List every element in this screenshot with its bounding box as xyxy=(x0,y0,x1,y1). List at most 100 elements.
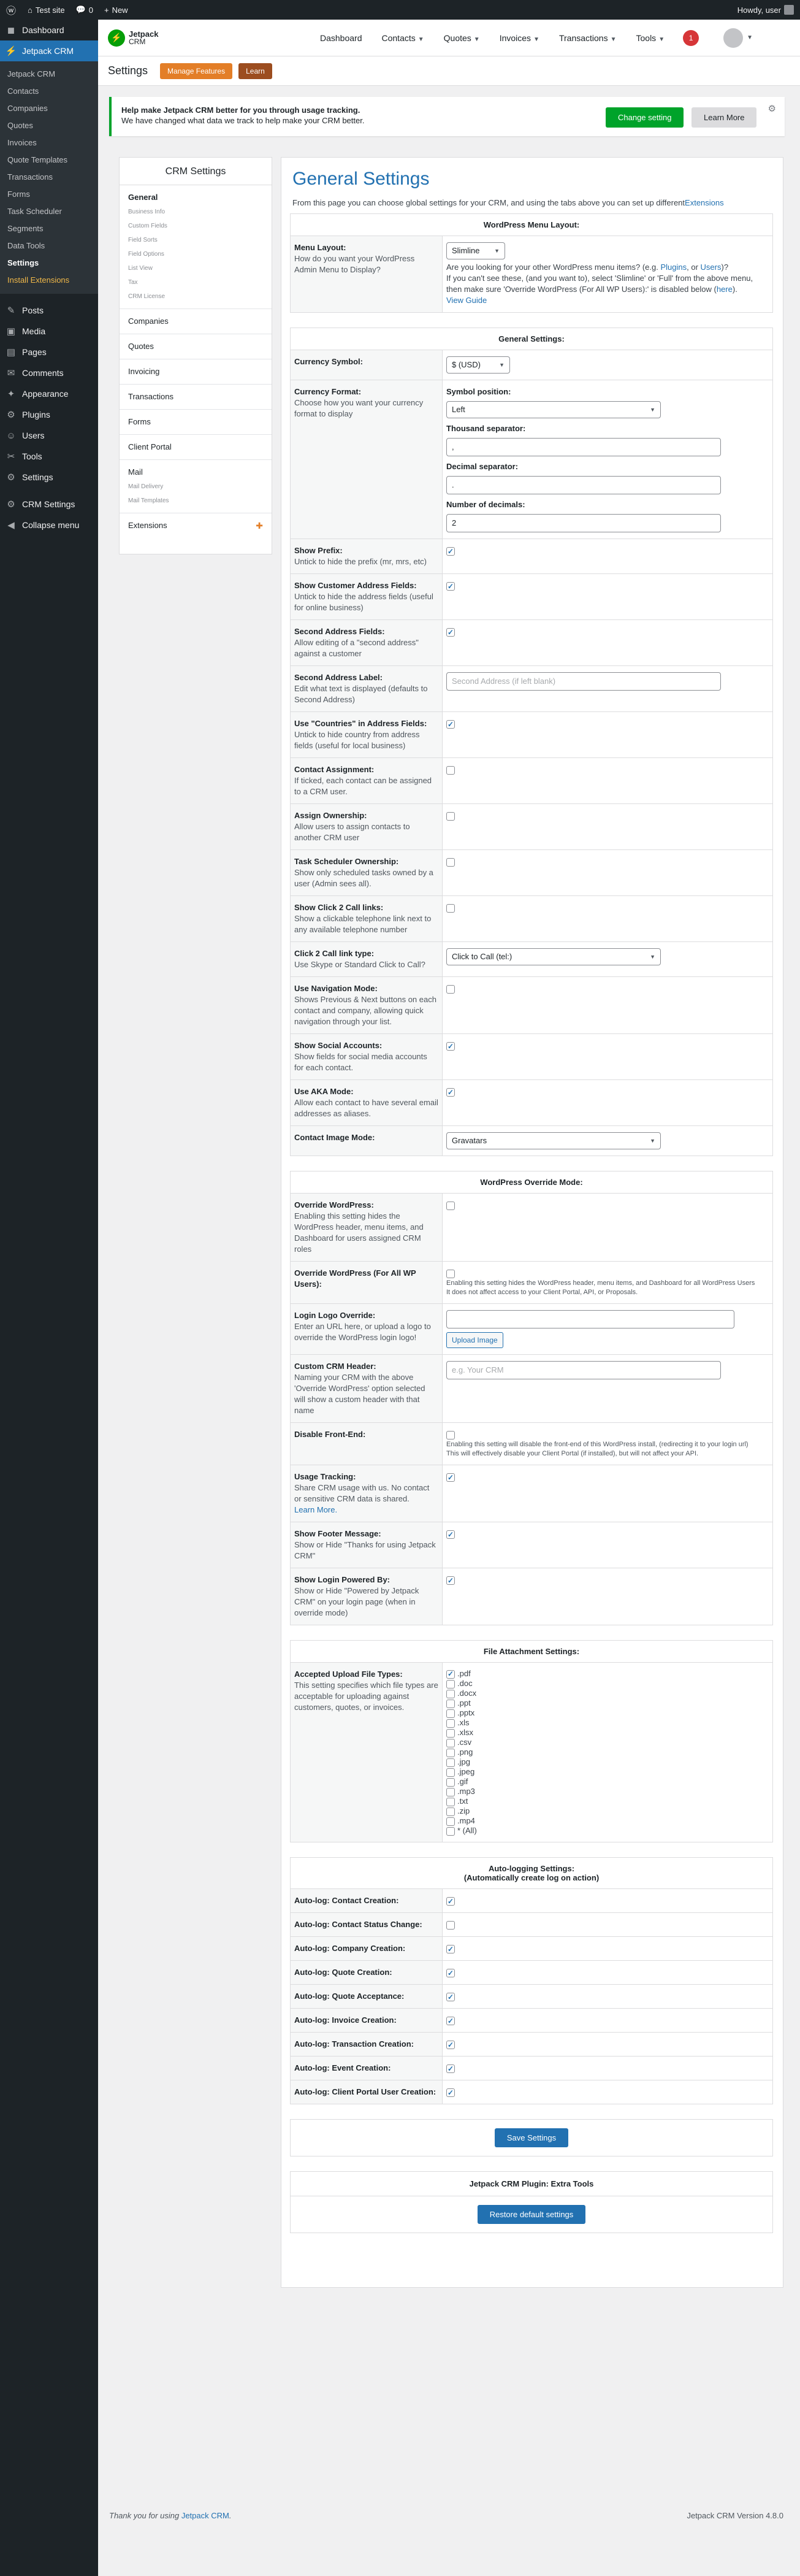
sidebar-item-pages[interactable]: ▤ Pages xyxy=(0,342,98,362)
change-setting-button[interactable]: Change setting xyxy=(606,107,684,128)
sidebar-item-tools[interactable]: ✂ Tools xyxy=(0,446,98,467)
sidebar-item-posts[interactable]: ✎ Posts xyxy=(0,300,98,321)
setting-checkbox[interactable] xyxy=(446,1944,455,1955)
here-link[interactable]: here xyxy=(717,285,733,294)
settings-nav-sublink[interactable]: Custom Fields xyxy=(128,219,263,233)
filetype-option[interactable]: .mp4 xyxy=(446,1816,769,1826)
settings-nav-sublink[interactable]: Mail Templates xyxy=(128,494,263,508)
save-settings-button[interactable]: Save Settings xyxy=(494,2128,569,2147)
setting-checkbox[interactable] xyxy=(446,1920,455,1930)
setting-checkbox[interactable] xyxy=(446,1269,455,1278)
settings-nav-link[interactable]: Quotes xyxy=(128,339,263,354)
submenu-item-install-extensions[interactable]: Install Extensions xyxy=(0,272,98,289)
settings-nav-link[interactable]: Companies xyxy=(128,314,263,329)
settings-nav-sublink[interactable]: List View xyxy=(128,261,263,275)
sidebar-item-plugins[interactable]: ⚙ Plugins xyxy=(0,404,98,425)
submenu-item-settings[interactable]: Settings xyxy=(0,255,98,272)
filetype-checkbox[interactable] xyxy=(446,1748,455,1757)
filetype-option[interactable]: .doc xyxy=(446,1679,769,1689)
filetype-option[interactable]: .mp3 xyxy=(446,1787,769,1796)
filetype-checkbox[interactable] xyxy=(446,1669,455,1679)
setting-checkbox[interactable] xyxy=(446,581,455,592)
setting-checkbox[interactable] xyxy=(446,546,455,557)
sidebar-item-comments[interactable]: ✉ Comments xyxy=(0,362,98,383)
restore-defaults-button[interactable]: Restore default settings xyxy=(477,2205,586,2224)
setting-checkbox[interactable] xyxy=(446,719,455,730)
setting-checkbox[interactable] xyxy=(446,1430,455,1439)
submenu-item-companies[interactable]: Companies xyxy=(0,100,98,117)
learn-more-link[interactable]: Learn More. xyxy=(294,1505,337,1514)
extensions-link[interactable]: Extensions xyxy=(685,198,724,207)
filetype-checkbox[interactable] xyxy=(446,1738,455,1747)
setting-checkbox[interactable] xyxy=(446,1201,455,1210)
setting-checkbox[interactable] xyxy=(446,2015,455,2026)
setting-checkbox[interactable] xyxy=(446,1529,455,1540)
upload-image-button[interactable]: Upload Image xyxy=(446,1332,503,1348)
setting-input[interactable]: e.g. Your CRM xyxy=(446,1361,721,1379)
filetype-checkbox[interactable] xyxy=(446,1807,455,1816)
filetype-checkbox[interactable] xyxy=(446,1699,455,1708)
settings-nav-sublink[interactable]: CRM License xyxy=(128,289,263,304)
sidebar-item-jetpack-crm[interactable]: ⚡ Jetpack CRM xyxy=(0,40,98,61)
nav-dashboard[interactable]: Dashboard xyxy=(310,33,372,43)
nav-transactions[interactable]: Transactions ▼ xyxy=(549,33,627,43)
filetype-checkbox[interactable] xyxy=(446,1777,455,1787)
setting-checkbox[interactable] xyxy=(446,765,455,775)
learn-more-button[interactable]: Learn More xyxy=(691,107,757,128)
jetpack-crm-link[interactable]: Jetpack CRM xyxy=(181,2511,229,2520)
filetype-option[interactable]: .docx xyxy=(446,1689,769,1698)
nav-quotes[interactable]: Quotes ▼ xyxy=(434,33,490,43)
filetype-option[interactable]: .ppt xyxy=(446,1698,769,1708)
settings-nav-link[interactable]: Invoicing xyxy=(128,364,263,379)
decimal-separator-input[interactable]: . xyxy=(446,476,721,494)
setting-checkbox[interactable] xyxy=(446,2039,455,2050)
filetype-checkbox[interactable] xyxy=(446,1787,455,1796)
site-name-link[interactable]: ⌂ Test site xyxy=(22,0,70,20)
nav-tools[interactable]: Tools ▼ xyxy=(627,33,675,43)
submenu-item-data-tools[interactable]: Data Tools xyxy=(0,237,98,255)
filetype-option[interactable]: .gif xyxy=(446,1777,769,1787)
submenu-item-task-scheduler[interactable]: Task Scheduler xyxy=(0,203,98,220)
filetype-checkbox[interactable] xyxy=(446,1827,455,1836)
filetype-checkbox[interactable] xyxy=(446,1709,455,1718)
submenu-item-forms[interactable]: Forms xyxy=(0,186,98,203)
sidebar-item-dashboard[interactable]: ◼ Dashboard xyxy=(0,20,98,40)
settings-nav-sublink[interactable]: Tax xyxy=(128,275,263,289)
submenu-item-jetpack-crm[interactable]: Jetpack CRM xyxy=(0,66,98,83)
nav-invoices[interactable]: Invoices ▼ xyxy=(490,33,549,43)
filetype-checkbox[interactable] xyxy=(446,1758,455,1767)
filetype-checkbox[interactable] xyxy=(446,1817,455,1826)
submenu-item-quote-templates[interactable]: Quote Templates xyxy=(0,151,98,169)
currency-symbol-select[interactable]: $ (USD) ▼ xyxy=(446,356,510,374)
filetype-checkbox[interactable] xyxy=(446,1768,455,1777)
logo-url-input[interactable] xyxy=(446,1310,734,1328)
setting-checkbox[interactable] xyxy=(446,1968,455,1979)
setting-checkbox[interactable] xyxy=(446,1896,455,1907)
sidebar-item-media[interactable]: ▣ Media xyxy=(0,321,98,342)
number-of-decimals-input[interactable]: 2 xyxy=(446,514,721,532)
symbol-position-select[interactable]: Left ▼ xyxy=(446,401,661,418)
gear-icon[interactable]: ⚙ xyxy=(768,103,776,114)
submenu-item-transactions[interactable]: Transactions xyxy=(0,169,98,186)
settings-nav-sublink[interactable]: Field Options xyxy=(128,247,263,261)
profile-avatar[interactable] xyxy=(723,28,744,48)
setting-checkbox[interactable] xyxy=(446,1472,455,1483)
filetype-option[interactable]: .jpeg xyxy=(446,1767,769,1777)
menu-layout-select[interactable]: Slimline ▼ xyxy=(446,242,505,259)
filetype-option[interactable]: .zip xyxy=(446,1806,769,1816)
filetype-checkbox[interactable] xyxy=(446,1719,455,1728)
new-content-link[interactable]: + New xyxy=(99,0,134,20)
submenu-item-invoices[interactable]: Invoices xyxy=(0,134,98,151)
user-account-link[interactable]: Howdy, user xyxy=(732,0,800,20)
filetype-option[interactable]: .png xyxy=(446,1747,769,1757)
filetype-checkbox[interactable] xyxy=(446,1679,455,1689)
filetype-option[interactable]: .pptx xyxy=(446,1708,769,1718)
sidebar-item-crm-settings[interactable]: ⚙ CRM Settings xyxy=(0,494,98,515)
filetype-option[interactable]: .txt xyxy=(446,1796,769,1806)
users-link[interactable]: Users xyxy=(701,263,722,272)
setting-checkbox[interactable] xyxy=(446,903,455,913)
setting-input[interactable]: Second Address (if left blank) xyxy=(446,672,721,691)
settings-nav-link[interactable]: Transactions xyxy=(128,389,263,404)
submenu-item-contacts[interactable]: Contacts xyxy=(0,83,98,100)
settings-nav-link[interactable]: Mail xyxy=(128,465,263,480)
